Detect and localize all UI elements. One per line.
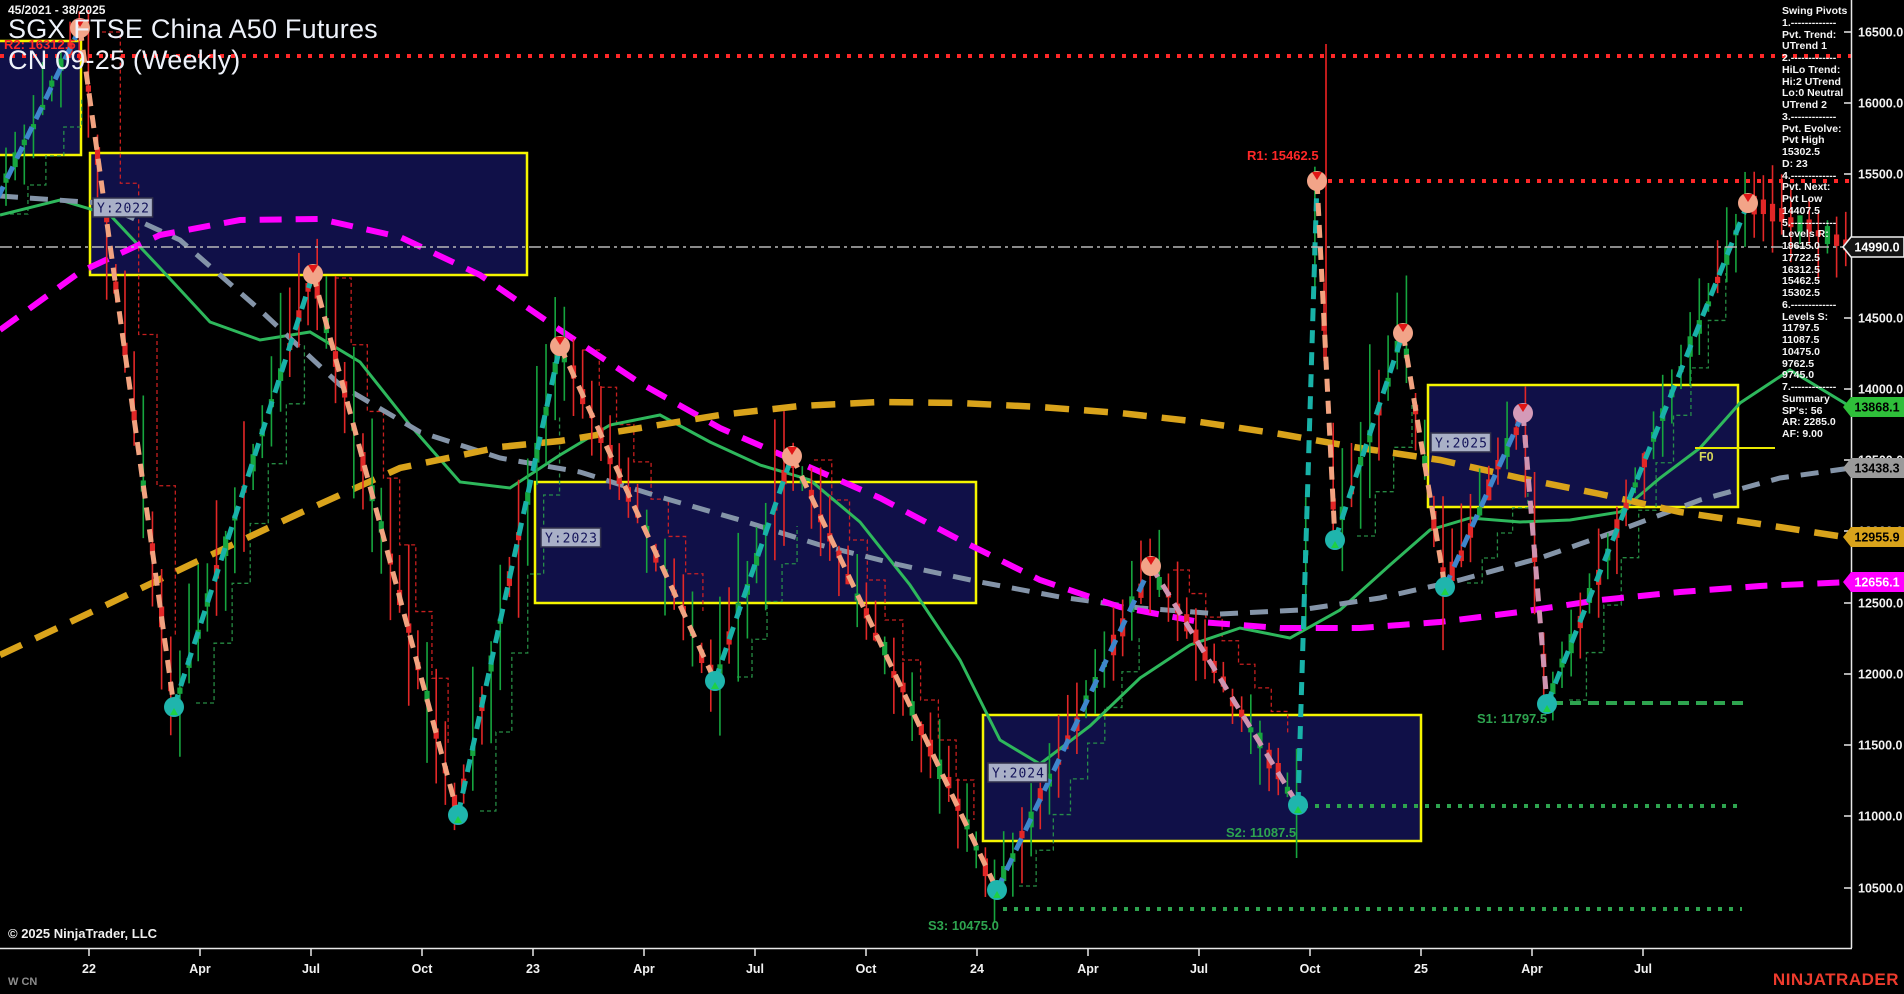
panel-line: 10475.0 (1782, 347, 1850, 359)
time-tick-label: Oct (1300, 962, 1322, 976)
panel-line: 15302.5 (1782, 147, 1850, 159)
candle-body (1715, 277, 1720, 283)
panel-line: D: 23 (1782, 159, 1850, 171)
time-tick-label: Jul (746, 962, 764, 976)
stop-steps-red (335, 278, 448, 745)
year-box[interactable] (90, 153, 527, 275)
candle-body (1477, 507, 1482, 515)
time-tick-label: 22 (82, 962, 96, 976)
candle-body (1157, 577, 1162, 590)
candle-body (1514, 427, 1519, 435)
panel-line: HiLo Trend: (1782, 65, 1850, 77)
time-tick-label: 23 (526, 962, 540, 976)
candle-body (1633, 482, 1638, 487)
price-badge-label: 12955.9 (1854, 531, 1899, 545)
stop-steps-green (196, 344, 304, 703)
candle-body (1770, 204, 1775, 222)
panel-line: UTrend 2 (1782, 100, 1850, 112)
level-label-S3: S3: 10475.0 (928, 918, 999, 933)
price-tick-label: 12000.0 (1858, 668, 1903, 682)
time-tick-label: Jul (1634, 962, 1652, 976)
time-tick-label: Oct (412, 962, 434, 976)
price-tick-label: 16000.0 (1858, 97, 1903, 111)
panel-line: Swing Pivots (1782, 6, 1850, 18)
price-badge-label: 12656.1 (1854, 576, 1899, 590)
chart-window: R2: 16312.5 R1: 15462.5 S1: 11797.5 S2: 110… (0, 0, 1904, 994)
panel-line: 14407.5 (1782, 206, 1850, 218)
candle-body (1761, 200, 1766, 215)
level-label-R1: R1: 15462.5 (1247, 148, 1319, 163)
candle-body (22, 140, 27, 146)
year-box-label: Y:2024 (992, 767, 1045, 782)
price-tick-label: 16500.0 (1858, 26, 1903, 40)
time-tick-label: Oct (856, 962, 878, 976)
year-box-label: Y:2025 (1435, 437, 1488, 452)
panel-line: 15302.5 (1782, 288, 1850, 300)
candle-body (132, 410, 137, 420)
candle-body (543, 407, 548, 416)
zigzag-leg[interactable] (313, 274, 458, 815)
time-tick-label: Apr (633, 962, 655, 976)
price-tick-label: 14000.0 (1858, 383, 1903, 397)
time-tick-label: Apr (189, 962, 211, 976)
panel-line: 2.------------- (1782, 53, 1850, 65)
candle-body (177, 688, 182, 694)
price-tick-label: 10500.0 (1858, 882, 1903, 896)
time-tick-label: Apr (1521, 962, 1543, 976)
panel-line: 17722.5 (1782, 253, 1850, 265)
time-tick-label: Jul (302, 962, 320, 976)
panel-line: AF: 9.00 (1782, 429, 1850, 441)
price-badge-label: 13438.3 (1854, 462, 1899, 476)
price-tick-label: 15500.0 (1858, 168, 1903, 182)
candle-body (1019, 831, 1024, 838)
price-tick-label: 14500.0 (1858, 312, 1903, 326)
copyright-label: © 2025 NinjaTrader, LLC (8, 926, 157, 941)
price-tick-label: 11500.0 (1858, 739, 1903, 753)
panel-line: 11087.5 (1782, 335, 1850, 347)
stop-steps-red (102, 32, 175, 637)
year-box[interactable] (0, 41, 81, 155)
fib-f0-label: F0 (1699, 450, 1714, 464)
price-tick-label: 12500.0 (1858, 597, 1903, 611)
year-box-label: Y:2022 (97, 202, 150, 217)
stop-steps-green (1357, 403, 1412, 536)
level-label-R2: R2: 16312.5 (4, 37, 76, 52)
panel-line: Pvt Low (1782, 194, 1850, 206)
panel-line: 6.------------- (1782, 300, 1850, 312)
zigzag-leg[interactable] (174, 274, 313, 707)
stop-steps-green (480, 416, 560, 811)
panel-line: 3.------------- (1782, 112, 1850, 124)
price-badge-label: 13868.1 (1854, 401, 1899, 415)
panel-line: Summary (1782, 394, 1850, 406)
level-label-S1: S1: 11797.5 (1477, 711, 1547, 726)
price-badge-label: 14990.0 (1854, 241, 1899, 255)
candle-body (1248, 727, 1253, 732)
year-box-label: Y:2023 (545, 532, 598, 547)
panel-line: 1.------------- (1782, 18, 1850, 30)
stop-steps-red (1173, 570, 1288, 735)
panel-line: 7.------------- (1782, 382, 1850, 394)
series-tag-label: W CN (8, 976, 37, 988)
zigzag-leg[interactable] (1298, 181, 1317, 805)
candle-body (49, 80, 54, 86)
panel-line: 19615.0 (1782, 241, 1850, 253)
time-tick-label: Jul (1190, 962, 1208, 976)
time-tick-label: 25 (1414, 962, 1428, 976)
swing-pivots-panel: Swing Pivots1.-------------Pvt. Trend:UT… (1782, 6, 1850, 441)
time-tick-label: 24 (970, 962, 984, 976)
zigzag-leg[interactable] (80, 28, 174, 707)
time-tick-label: Apr (1077, 962, 1099, 976)
candle-body (86, 85, 91, 91)
chart-canvas[interactable]: R2: 16312.5 R1: 15462.5 S1: 11797.5 S2: 110… (0, 0, 1904, 994)
ninjatrader-logo: NINJATRADER (1773, 970, 1899, 990)
level-label-S2: S2: 11087.5 (1226, 825, 1296, 840)
price-tick-label: 11000.0 (1858, 810, 1903, 824)
